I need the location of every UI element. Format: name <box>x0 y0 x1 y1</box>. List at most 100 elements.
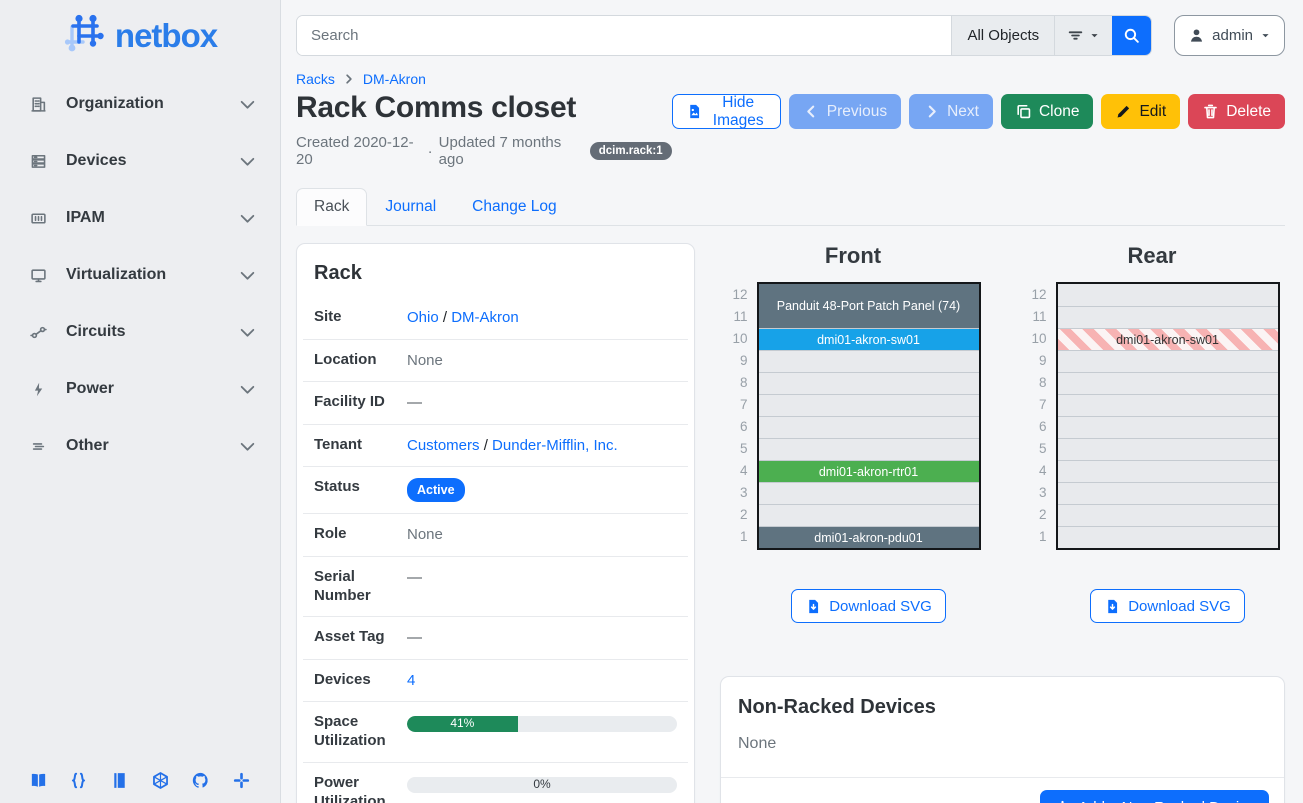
rack-unit-empty[interactable] <box>759 438 979 460</box>
graphql-icon[interactable] <box>149 769 171 791</box>
tab-change-log[interactable]: Change Log <box>454 188 574 226</box>
front-download-svg-button[interactable]: Download SVG <box>791 589 946 623</box>
unit-numbers: 121110987654321 <box>1025 282 1047 550</box>
sidebar-item-label: IPAM <box>66 209 239 227</box>
attr-row-devices: Devices 4 <box>303 659 688 702</box>
sidebar-item-other[interactable]: Other <box>16 432 264 460</box>
rack-unit-empty[interactable] <box>1058 394 1278 416</box>
add-non-racked-device-button[interactable]: Add a Non-Racked Device <box>1040 790 1269 803</box>
rack-unit-empty[interactable] <box>1058 350 1278 372</box>
rack-elevations: Front 121110987654321 Panduit 48-Port Patc… <box>720 243 1285 623</box>
sidebar-item-devices[interactable]: Devices <box>16 147 264 175</box>
other-icon <box>28 436 48 456</box>
rack-device[interactable]: dmi01-akron-rtr01 <box>759 460 979 482</box>
chevron-right-icon <box>923 103 940 120</box>
search-filter-dropdown[interactable] <box>1054 16 1112 55</box>
chevron-down-icon <box>239 153 256 170</box>
filter-icon <box>1067 27 1084 44</box>
sidebar-item-ipam[interactable]: IPAM <box>16 204 264 232</box>
circuits-icon <box>28 322 48 342</box>
tenant-group-link[interactable]: Customers <box>407 437 480 454</box>
page-title: Rack Comms closet <box>296 91 672 125</box>
docs-icon[interactable] <box>27 769 49 791</box>
hide-images-button[interactable]: Hide Images <box>672 94 781 129</box>
sidebar-item-circuits[interactable]: Circuits <box>16 318 264 346</box>
rest-api-icon[interactable] <box>68 769 90 791</box>
breadcrumb-racks[interactable]: Racks <box>296 71 335 87</box>
attr-row-site: Site Ohio / DM-Akron <box>297 297 694 339</box>
rear-elevation-title: Rear <box>1128 243 1177 269</box>
attr-row-location: Location None <box>303 339 688 382</box>
next-button[interactable]: Next <box>909 94 993 129</box>
rack-unit-empty[interactable] <box>1058 482 1278 504</box>
rack-unit-empty[interactable] <box>759 372 979 394</box>
rear-download-svg-button[interactable]: Download SVG <box>1090 589 1245 623</box>
rack-unit-empty[interactable] <box>1058 372 1278 394</box>
object-id-badge: dcim.rack:1 <box>590 142 672 160</box>
rack-unit-empty[interactable] <box>759 394 979 416</box>
created-text: Created 2020-12-20 <box>296 134 422 168</box>
rack-unit-empty[interactable] <box>759 482 979 504</box>
previous-button[interactable]: Previous <box>789 94 901 129</box>
space-utilization-bar: 41% <box>407 716 677 732</box>
site-link-dm-akron[interactable]: DM-Akron <box>451 309 519 326</box>
rack-unit-empty[interactable] <box>1058 416 1278 438</box>
download-file-icon <box>805 598 822 615</box>
power-utilization-bar: 0% <box>407 777 677 793</box>
netbox-logo[interactable]: netbox <box>0 0 280 66</box>
object-type-selector[interactable]: All Objects <box>951 16 1054 55</box>
tab-rack[interactable]: Rack <box>296 188 367 226</box>
sidebar-item-organization[interactable]: Organization <box>16 90 264 118</box>
image-file-icon <box>686 103 703 120</box>
rack-device[interactable]: Panduit 48-Port Patch Panel (74) <box>759 284 979 328</box>
sidebar-item-label: Devices <box>66 152 239 170</box>
pencil-icon <box>1115 103 1132 120</box>
front-elevation-title: Front <box>825 243 881 269</box>
sidebar-item-virtualization[interactable]: Virtualization <box>16 261 264 289</box>
rack-unit-empty[interactable] <box>1058 504 1278 526</box>
non-racked-title: Non-Racked Devices <box>721 677 1284 729</box>
rack-unit-empty[interactable] <box>1058 460 1278 482</box>
rack-unit-empty[interactable] <box>759 416 979 438</box>
page: netbox Organization Devices IPAM Virtualiza… <box>0 0 1303 803</box>
rack-unit-empty[interactable] <box>1058 284 1278 306</box>
api-docs-icon[interactable] <box>109 769 131 791</box>
github-icon[interactable] <box>190 769 212 791</box>
tenant-link[interactable]: Dunder-Mifflin, Inc. <box>492 437 618 454</box>
search-input[interactable] <box>297 16 951 55</box>
sidebar-item-label: Organization <box>66 95 239 113</box>
rack-unit-empty[interactable] <box>1058 438 1278 460</box>
facility-id-value: — <box>407 393 677 413</box>
attr-row-role: Role None <box>303 513 688 556</box>
rack-unit-empty[interactable] <box>1058 306 1278 328</box>
delete-button[interactable]: Delete <box>1188 94 1285 129</box>
edit-button[interactable]: Edit <box>1101 94 1180 129</box>
attr-row-tenant: Tenant Customers / Dunder-Mifflin, Inc. <box>303 424 688 467</box>
sidebar-item-power[interactable]: Power <box>16 375 264 403</box>
tab-journal[interactable]: Journal <box>367 188 454 226</box>
devices-count-link[interactable]: 4 <box>407 672 415 689</box>
rack-unit-empty[interactable] <box>1058 526 1278 548</box>
attr-row-status: Status Active <box>303 466 688 513</box>
unit-numbers: 121110987654321 <box>726 282 748 550</box>
front-rack: Panduit 48-Port Patch Panel (74)dmi01-ak… <box>757 282 981 550</box>
slack-icon[interactable] <box>231 769 253 791</box>
serial-number-value: — <box>407 568 677 588</box>
role-value: None <box>407 525 677 545</box>
rack-info-panel: Rack Site Ohio / DM-Akron Location None <box>296 243 695 803</box>
rack-device[interactable]: dmi01-akron-sw01 <box>1058 328 1278 350</box>
search-button[interactable] <box>1112 16 1151 55</box>
rack-device[interactable]: dmi01-akron-pdu01 <box>759 526 979 548</box>
search-icon <box>1123 27 1140 44</box>
chevron-down-icon <box>239 96 256 113</box>
clone-button[interactable]: Clone <box>1001 94 1094 129</box>
breadcrumb-dm-akron[interactable]: DM-Akron <box>363 71 426 87</box>
user-menu[interactable]: admin <box>1174 15 1285 56</box>
rack-unit-empty[interactable] <box>759 350 979 372</box>
attr-row-facility-id: Facility ID — <box>303 381 688 424</box>
topbar: All Objects admin <box>296 15 1285 56</box>
sidebar-item-label: Virtualization <box>66 266 239 284</box>
site-link-ohio[interactable]: Ohio <box>407 309 439 326</box>
rack-unit-empty[interactable] <box>759 504 979 526</box>
rack-device[interactable]: dmi01-akron-sw01 <box>759 328 979 350</box>
